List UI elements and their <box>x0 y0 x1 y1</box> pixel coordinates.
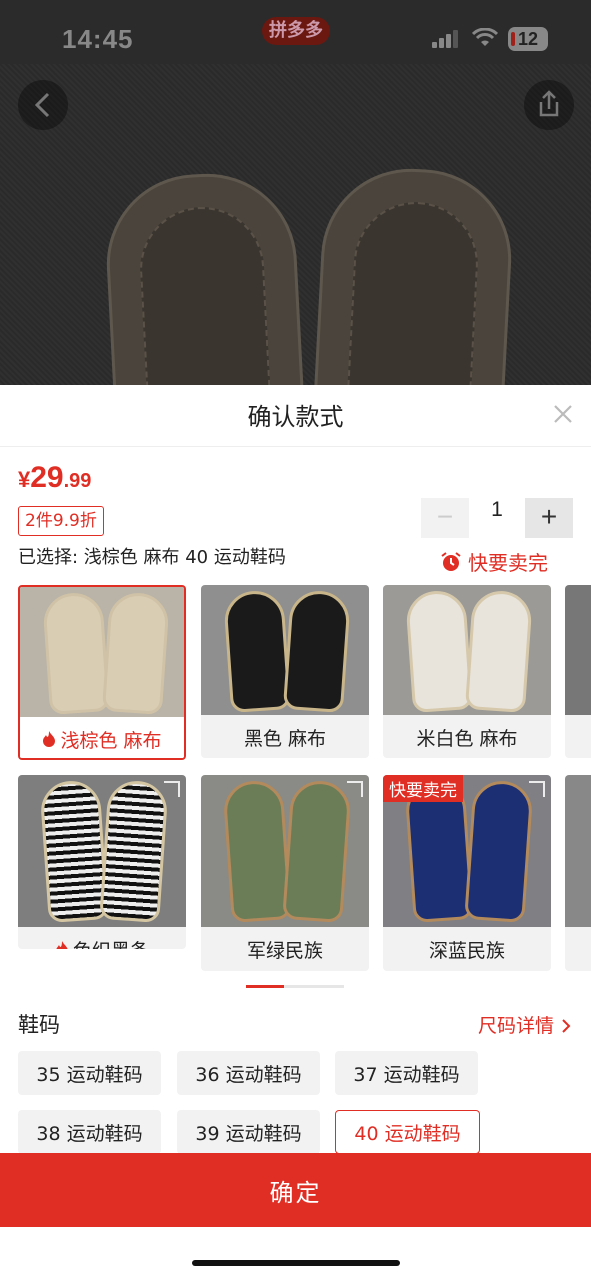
variant-label-text: 浅棕色 麻布 <box>60 729 162 752</box>
price: ¥29.99 <box>18 461 91 495</box>
status-time: 14:45 <box>62 24 134 54</box>
quantity-value[interactable]: 1 <box>471 498 523 538</box>
variant-image <box>201 585 369 715</box>
price-integer: 29 <box>30 461 64 494</box>
variant-card-partial[interactable] <box>565 775 591 971</box>
style-sheet: 确认款式 ¥29.99 2件9.9折 已选择: 浅棕色 麻布 40 运动鞋码 −… <box>0 385 591 1280</box>
shoe-left-image <box>102 169 308 385</box>
variant-image <box>201 775 369 927</box>
variant-label-text: 军绿民族 <box>246 939 323 962</box>
expand-icon[interactable] <box>529 781 545 797</box>
variant-card-black[interactable]: 黑色 麻布 <box>201 585 369 758</box>
variant-label: 军绿民族 <box>201 927 369 971</box>
variant-card-navy[interactable]: 快要卖完 深蓝民族 <box>383 775 551 971</box>
price-currency: ¥ <box>18 467 31 492</box>
variant-label: 浅棕色 麻布 <box>20 717 184 758</box>
app-badge: 拼多多 <box>262 17 330 45</box>
flame-icon <box>56 941 68 949</box>
share-button[interactable] <box>524 80 574 130</box>
expand-icon[interactable] <box>164 781 180 797</box>
size-option-35[interactable]: 35 运动鞋码 <box>18 1051 161 1095</box>
variant-label-text: 黑色 麻布 <box>243 727 327 750</box>
variant-label-text: 深蓝民族 <box>428 939 505 962</box>
flame-icon <box>43 731 56 747</box>
variant-image <box>383 585 551 715</box>
variant-grid: 浅棕色 麻布 黑色 麻布 米白色 麻布 军绿民族 快要卖完 深蓝民族 <box>0 585 591 975</box>
variant-label: 深蓝民族 <box>383 927 551 971</box>
variant-label: 黑色 麻布 <box>201 715 369 758</box>
product-photo <box>0 64 591 385</box>
variant-image: 快要卖完 <box>383 775 551 927</box>
selected-summary: 已选择: 浅棕色 麻布 40 运动鞋码 <box>18 547 286 568</box>
size-detail-label: 尺码详情 <box>478 1015 555 1037</box>
confirm-button[interactable]: 确定 <box>0 1153 591 1227</box>
share-icon <box>539 90 559 117</box>
size-option-36[interactable]: 36 运动鞋码 <box>177 1051 320 1095</box>
app-root: 14:45 拼多多 12 确认款式 ¥29.99 2件9.9折 已选择: 浅棕色… <box>0 0 591 1280</box>
variant-page-indicator <box>246 985 344 988</box>
back-button[interactable] <box>18 80 68 130</box>
price-decimal: .99 <box>63 470 92 492</box>
variant-label-text: 米白色 麻布 <box>416 727 518 750</box>
close-button[interactable] <box>548 399 578 429</box>
variant-card-army-green[interactable]: 军绿民族 <box>201 775 369 971</box>
battery-icon: 12 <box>508 27 548 51</box>
wifi-icon <box>472 28 498 46</box>
selling-fast-indicator: 快要卖完 <box>440 547 548 576</box>
variant-label: 米白色 麻布 <box>383 715 551 758</box>
size-option-40[interactable]: 40 运动鞋码 <box>335 1110 480 1154</box>
quantity-decrease-button[interactable]: − <box>421 498 469 538</box>
selling-fast-label: 快要卖完 <box>468 551 548 575</box>
product-preview[interactable]: 14:45 拼多多 12 <box>0 0 591 385</box>
quantity-increase-button[interactable]: + <box>525 498 573 538</box>
variant-label: 色织黑条 <box>18 927 186 949</box>
promo-badge: 2件9.9折 <box>18 506 104 536</box>
variant-card-light-brown[interactable]: 浅棕色 麻布 <box>18 585 186 760</box>
variant-card-black-stripe[interactable]: 色织黑条 <box>18 775 186 949</box>
signal-icon <box>432 30 458 48</box>
selling-fast-tag: 快要卖完 <box>383 775 463 802</box>
variant-image <box>565 775 591 927</box>
chevron-left-icon <box>34 92 50 118</box>
variant-card-partial[interactable] <box>565 585 591 758</box>
variant-card-off-white[interactable]: 米白色 麻布 <box>383 585 551 758</box>
chevron-right-icon <box>562 1019 571 1033</box>
sheet-title: 确认款式 <box>247 403 344 431</box>
size-detail-link[interactable]: 尺码详情 <box>478 1011 572 1038</box>
variant-image <box>565 585 591 715</box>
size-option-39[interactable]: 39 运动鞋码 <box>177 1110 320 1154</box>
variant-label-text: 色织黑条 <box>73 936 149 950</box>
home-indicator <box>192 1260 400 1266</box>
size-section-title: 鞋码 <box>18 1013 60 1037</box>
size-option-38[interactable]: 38 运动鞋码 <box>18 1110 161 1154</box>
shoe-right-image <box>310 164 516 385</box>
status-bar: 14:45 拼多多 12 <box>0 0 591 64</box>
size-option-37[interactable]: 37 运动鞋码 <box>335 1051 478 1095</box>
alarm-clock-icon <box>441 551 461 571</box>
close-icon <box>554 405 572 423</box>
variant-image <box>20 587 184 717</box>
variant-image <box>18 775 186 927</box>
divider <box>0 446 591 447</box>
expand-icon[interactable] <box>347 781 363 797</box>
